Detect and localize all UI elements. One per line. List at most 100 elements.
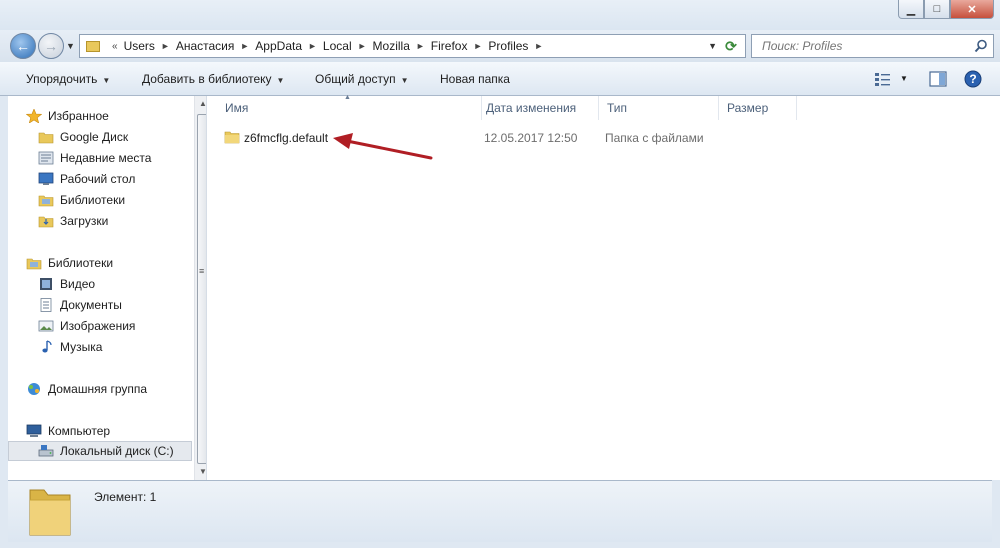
column-header-name[interactable]: Имя	[215, 96, 482, 120]
sidebar-item-label: Загрузки	[60, 214, 109, 228]
sidebar-item-recent[interactable]: Недавние места	[38, 148, 151, 168]
breadcrumb-user[interactable]: Анастасия	[176, 39, 235, 53]
window-frame-bottom	[0, 542, 1000, 548]
sidebar-item-documents[interactable]: Документы	[38, 295, 122, 315]
grip-icon: ≡	[199, 266, 205, 276]
minimize-icon: ▁	[906, 3, 916, 16]
window-controls: ▁ □ ✕	[898, 0, 994, 19]
sidebar-item-label: Рабочий стол	[60, 172, 136, 186]
close-icon: ✕	[967, 3, 977, 16]
column-header-modified[interactable]: Дата изменения	[476, 96, 599, 120]
recent-places-icon	[38, 151, 54, 165]
column-name-label: Имя	[225, 101, 249, 115]
details-pane: Элемент: 1	[8, 480, 992, 542]
sidebar-item-music[interactable]: Музыка	[38, 337, 102, 357]
back-button[interactable]: ←	[10, 33, 36, 59]
sidebar-item-favorites[interactable]: Избранное	[26, 106, 109, 126]
sidebar-item-desktop[interactable]: Рабочий стол	[38, 169, 135, 189]
maximize-button[interactable]: □	[924, 0, 950, 19]
arrow-right-icon: →	[44, 38, 58, 54]
folder-icon	[224, 131, 240, 144]
breadcrumb-appdata[interactable]: AppData	[255, 39, 302, 53]
organize-button[interactable]: Упорядочить ▼	[26, 72, 110, 86]
help-icon[interactable]: ?	[964, 70, 982, 88]
chevron-down-icon: ▼	[400, 76, 409, 85]
desktop-icon	[38, 172, 54, 185]
annotation-arrow	[333, 133, 433, 160]
address-dropdown-button[interactable]: ▼	[708, 41, 717, 51]
search-icon[interactable]	[974, 39, 988, 53]
chevron-right-icon[interactable]: ►	[416, 41, 425, 51]
forward-button[interactable]: →	[38, 33, 64, 59]
file-name[interactable]: z6fmcflg.default	[244, 131, 328, 145]
table-row[interactable]: z6fmcflg.default 12.05.2017 12:50 Папка …	[207, 128, 997, 150]
organize-label: Упорядочить	[26, 72, 98, 86]
sidebar-item-label: Библиотеки	[60, 193, 126, 207]
sidebar-item-label: Компьютер	[48, 424, 111, 438]
sidebar-item-label: Домашняя группа	[48, 382, 148, 396]
folder-icon	[86, 40, 100, 52]
chevron-right-icon[interactable]: ►	[358, 41, 367, 51]
breadcrumb-firefox[interactable]: Firefox	[431, 39, 468, 53]
libraries-icon	[26, 258, 42, 270]
search-box[interactable]	[751, 34, 994, 58]
chevron-right-icon[interactable]: ►	[534, 41, 543, 51]
refresh-button[interactable]: ⟳	[721, 36, 741, 56]
close-button[interactable]: ✕	[950, 0, 994, 19]
sidebar-item-libraries[interactable]: Библиотеки	[26, 253, 113, 273]
sidebar-item-computer[interactable]: Компьютер	[26, 421, 110, 441]
images-icon	[38, 320, 54, 332]
sidebar-item-label: Библиотеки	[48, 256, 114, 270]
svg-text:?: ?	[969, 72, 976, 86]
documents-icon	[40, 298, 52, 312]
view-options-icon[interactable]	[874, 71, 892, 87]
chevron-right-icon[interactable]: ►	[473, 41, 482, 51]
sidebar-item-images[interactable]: Изображения	[38, 316, 135, 336]
file-modified: 12.05.2017 12:50	[484, 131, 578, 145]
hard-drive-icon	[38, 445, 54, 457]
sidebar-item-label: Недавние места	[60, 151, 152, 165]
sidebar-item-libraries-fav[interactable]: Библиотеки	[38, 190, 125, 210]
breadcrumb-mozilla[interactable]: Mozilla	[373, 39, 410, 53]
sidebar-item-label: Документы	[60, 298, 122, 312]
new-folder-button[interactable]: Новая папка	[440, 72, 510, 86]
sidebar-item-google-drive[interactable]: Google Диск	[38, 127, 128, 147]
title-bar: ▁ □ ✕	[0, 0, 1000, 30]
sidebar-item-homegroup[interactable]: Домашняя группа	[26, 379, 147, 399]
add-to-library-button[interactable]: Добавить в библиотеку ▼	[142, 72, 284, 86]
breadcrumb-users[interactable]: Users	[124, 39, 155, 53]
column-modified-label: Дата изменения	[486, 101, 577, 115]
share-button[interactable]: Общий доступ ▼	[315, 72, 409, 86]
column-header-size[interactable]: Размер	[717, 96, 797, 120]
chevron-right-icon[interactable]: ►	[308, 41, 317, 51]
sidebar-item-label: Изображения	[60, 319, 136, 333]
column-size-label: Размер	[727, 101, 769, 115]
downloads-icon	[38, 216, 54, 228]
sidebar-item-label: Избранное	[48, 109, 109, 123]
preview-pane-icon[interactable]	[929, 71, 947, 87]
column-header-type[interactable]: Тип	[597, 96, 719, 120]
homegroup-icon	[28, 383, 40, 395]
chevron-right-icon[interactable]: ►	[240, 41, 249, 51]
computer-icon	[26, 424, 42, 437]
recent-pages-button[interactable]: ▼	[66, 41, 75, 51]
folder-icon	[38, 132, 54, 144]
sidebar-item-downloads[interactable]: Загрузки	[38, 211, 108, 231]
address-bar[interactable]: « Users ► Анастасия ► AppData ► Local ► …	[79, 34, 746, 58]
sidebar-item-video[interactable]: Видео	[38, 274, 95, 294]
overflow-crumbs-button[interactable]: «	[112, 41, 118, 52]
minimize-button[interactable]: ▁	[898, 0, 924, 19]
video-icon	[40, 278, 52, 290]
view-dropdown-button[interactable]: ▼	[900, 74, 908, 83]
star-icon	[26, 109, 42, 123]
sidebar-item-label: Музыка	[60, 340, 103, 354]
chevron-right-icon[interactable]: ►	[161, 41, 170, 51]
libraries-icon	[38, 195, 54, 207]
breadcrumb-profiles[interactable]: Profiles	[488, 39, 528, 53]
music-icon	[42, 340, 52, 353]
sidebar-item-label: Google Диск	[60, 130, 129, 144]
command-bar: Упорядочить ▼ Добавить в библиотеку ▼ Общи…	[0, 62, 1000, 96]
search-input[interactable]	[752, 35, 962, 57]
sidebar-item-local-disk[interactable]: Локальный диск (C:)	[8, 441, 192, 461]
breadcrumb-local[interactable]: Local	[323, 39, 352, 53]
